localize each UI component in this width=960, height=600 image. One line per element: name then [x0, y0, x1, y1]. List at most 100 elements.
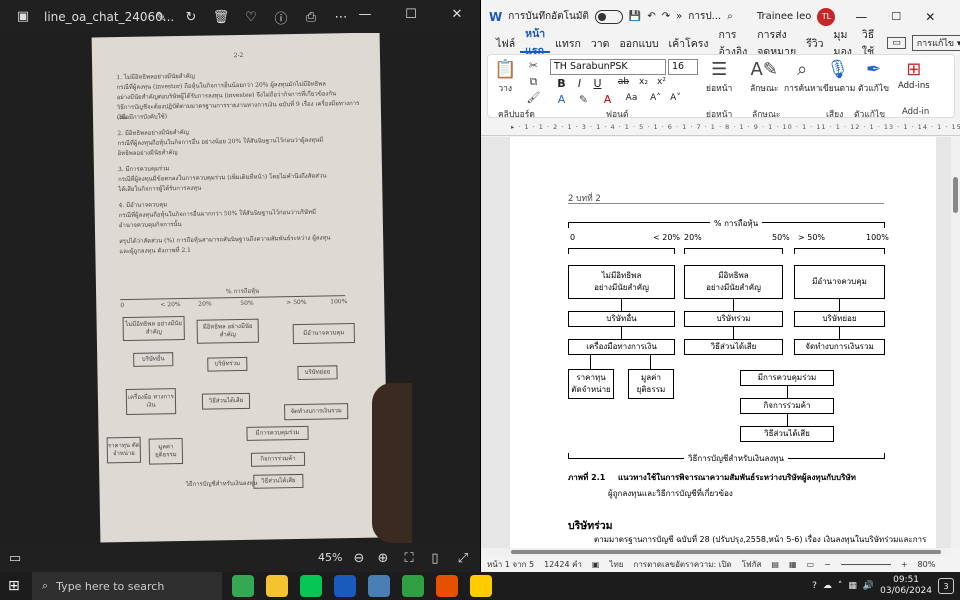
- bold-icon[interactable]: B: [554, 77, 569, 90]
- orange-app-icon[interactable]: [436, 575, 458, 597]
- zoom-slider[interactable]: [840, 563, 891, 565]
- line-app-icon[interactable]: [300, 575, 322, 597]
- focus-button[interactable]: โฟกัส: [742, 558, 762, 571]
- photo-canvas[interactable]: 2-2 1. ไม่มีอิทธิพลอย่างมีนัยสำคัญ กรณีที…: [0, 33, 480, 544]
- close-icon[interactable]: ✕: [434, 0, 480, 28]
- font-size-select[interactable]: 16: [668, 59, 698, 75]
- find-button[interactable]: ⌕ การค้นหา: [784, 59, 820, 95]
- format-painter-icon[interactable]: 🖌: [526, 91, 541, 104]
- paragraph-button[interactable]: ☰ ย่อหน้า: [706, 59, 732, 95]
- tab-layout[interactable]: เค้าโครง: [664, 33, 714, 53]
- copy-icon[interactable]: ⧉: [526, 75, 541, 89]
- subscript-icon[interactable]: x₂: [636, 77, 651, 87]
- favorite-icon[interactable]: ♡: [240, 6, 262, 28]
- fit-icon[interactable]: ⛶: [398, 547, 420, 569]
- delete-icon[interactable]: 🗑: [210, 6, 232, 28]
- avatar[interactable]: TL: [817, 7, 836, 26]
- photos-app-icon[interactable]: [368, 575, 390, 597]
- tab-file[interactable]: ไฟล์: [491, 33, 520, 53]
- document-canvas[interactable]: 2 บทที่ 2 % การถือหุ้น 0 < 20% 20% 50% >…: [481, 137, 951, 548]
- chrome-profile-icon[interactable]: [402, 575, 424, 597]
- notifications-badge[interactable]: 3: [938, 578, 954, 594]
- vertical-scroll-thumb[interactable]: [953, 177, 958, 213]
- maximize-icon[interactable]: ☐: [388, 0, 434, 28]
- strikethrough-icon[interactable]: ab: [616, 77, 631, 87]
- tab-help[interactable]: วิธีใช้: [857, 29, 879, 58]
- page-count[interactable]: หน้า 1 จาก 5: [487, 558, 534, 571]
- highlight-icon[interactable]: ✎: [576, 93, 591, 106]
- maximize-icon[interactable]: ☐: [891, 10, 901, 23]
- horizontal-scrollbar[interactable]: [481, 548, 951, 556]
- shrink-font-icon[interactable]: A˅: [668, 93, 683, 103]
- close-icon[interactable]: ✕: [925, 10, 935, 24]
- tab-draw[interactable]: วาด: [586, 33, 615, 53]
- save-icon[interactable]: 💾: [629, 11, 641, 22]
- rotate-icon[interactable]: ↻: [180, 6, 202, 28]
- paste-button[interactable]: 📋 วาง: [494, 59, 516, 95]
- change-case-icon[interactable]: Aa: [624, 93, 639, 103]
- font-name-select[interactable]: TH SarabunPSK: [550, 59, 666, 75]
- tab-review[interactable]: รีวิว: [801, 33, 828, 53]
- minimize-icon[interactable]: —: [342, 0, 388, 28]
- ruler[interactable]: ▸ · 1 · 1 · 2 · 1 · 3 · 1 · 4 · 1 · 5 · …: [481, 120, 960, 136]
- tab-insert[interactable]: แทรก: [550, 33, 586, 53]
- comments-button[interactable]: ▭: [887, 37, 906, 49]
- italic-icon[interactable]: I: [572, 77, 587, 90]
- print-layout-icon[interactable]: ▦: [789, 560, 797, 569]
- superscript-icon[interactable]: x²: [654, 77, 669, 87]
- accessibility-status[interactable]: การตาดเลขอัตราความ: เปิด: [633, 558, 731, 571]
- undo-icon[interactable]: ↶: [647, 11, 655, 22]
- search-icon[interactable]: ⌕: [727, 11, 733, 22]
- tab-design[interactable]: ออกแบบ: [614, 33, 663, 53]
- zoom-in-icon[interactable]: ⊕: [372, 547, 394, 569]
- sticky-app-icon[interactable]: [470, 575, 492, 597]
- dictate-button[interactable]: 🎙 เขียนตาม: [820, 59, 855, 95]
- help-icon[interactable]: ?: [812, 581, 817, 591]
- vertical-scrollbar[interactable]: [951, 137, 960, 548]
- tab-view[interactable]: มุมมอง: [829, 29, 857, 58]
- volume-icon[interactable]: 🔊: [863, 581, 874, 591]
- tab-home[interactable]: หน้าแรก: [520, 28, 551, 57]
- chrome-icon[interactable]: [232, 575, 254, 597]
- taskbar-search[interactable]: ⌕ Type here to search: [32, 572, 222, 600]
- autosave-toggle[interactable]: [594, 9, 623, 24]
- filmstrip-icon[interactable]: ▭: [4, 547, 26, 569]
- fullscreen-icon[interactable]: ⤢: [452, 547, 474, 569]
- horizontal-scroll-thumb[interactable]: [511, 550, 941, 554]
- print-icon[interactable]: ⎙: [300, 6, 322, 28]
- proofing-icon[interactable]: ▣: [592, 560, 600, 569]
- start-icon[interactable]: ⊞: [8, 578, 24, 594]
- actual-size-icon[interactable]: ▯: [424, 547, 446, 569]
- document-page[interactable]: 2 บทที่ 2 % การถือหุ้น 0 < 20% 20% 50% >…: [510, 137, 936, 548]
- tab-mailings[interactable]: การส่งจดหมาย: [752, 29, 801, 58]
- edit-image-icon[interactable]: ✎: [150, 6, 172, 28]
- language[interactable]: ไทย: [609, 558, 623, 571]
- clock[interactable]: 09:51 03/06/2024: [880, 575, 932, 597]
- grow-font-icon[interactable]: A˄: [648, 93, 663, 103]
- styles-button[interactable]: A✎ ลักษณะ: [750, 59, 778, 95]
- chevron-up-icon[interactable]: ˄: [838, 581, 843, 591]
- text-effects-icon[interactable]: A: [554, 93, 569, 106]
- qat-more-icon[interactable]: »: [676, 11, 682, 22]
- editing-mode-button[interactable]: การแก้ไข ▾: [911, 35, 960, 51]
- network-icon[interactable]: ▦: [848, 581, 857, 591]
- web-layout-icon[interactable]: ▭: [807, 560, 815, 569]
- info-icon[interactable]: ⓘ: [270, 6, 292, 28]
- zoom-level[interactable]: 80%: [918, 560, 936, 569]
- font-color-icon[interactable]: A: [600, 93, 615, 106]
- word-app-icon[interactable]: [334, 575, 356, 597]
- editor-button[interactable]: ✒ ตัวแก้ไข: [858, 59, 889, 95]
- weather-icon[interactable]: ☁: [823, 581, 832, 591]
- minimize-icon[interactable]: —: [855, 10, 867, 24]
- underline-icon[interactable]: U: [590, 77, 605, 90]
- zoom-in-icon[interactable]: +: [901, 560, 908, 569]
- tab-references[interactable]: การอ้างอิง: [714, 29, 753, 58]
- zoom-out-icon[interactable]: −: [824, 560, 831, 569]
- read-mode-icon[interactable]: ▤: [771, 560, 779, 569]
- zoom-out-icon[interactable]: ⊖: [348, 547, 370, 569]
- word-count[interactable]: 12424 คำ: [544, 558, 582, 571]
- cut-icon[interactable]: ✂: [526, 59, 541, 72]
- redo-icon[interactable]: ↷: [662, 11, 670, 22]
- user-name[interactable]: Trainee leo: [757, 11, 812, 22]
- addins-button[interactable]: ⊞ Add-ins: [898, 59, 930, 91]
